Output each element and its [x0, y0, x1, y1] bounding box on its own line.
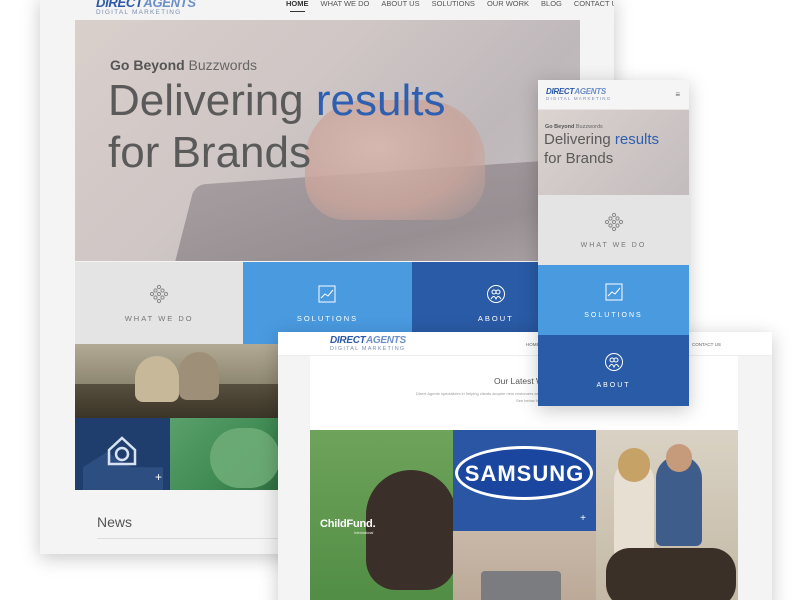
main-nav: HOME WHAT WE DO ABOUT US SOLUTIONS OUR W… — [280, 0, 614, 12]
logo[interactable]: DIRECT AGENTS DIGITAL MARKETING — [330, 336, 406, 353]
childfund-logo: ChildFund. — [320, 518, 376, 530]
tile-label: ABOUT — [596, 382, 631, 389]
mobile-hero: Go Beyond Buzzwords Delivering results f… — [538, 110, 689, 195]
diamond-dots-icon — [604, 212, 623, 231]
hero-tagline-bold: Go Beyond — [110, 57, 185, 73]
work-tile-laptop[interactable] — [453, 531, 596, 600]
nav-our-work[interactable]: OUR WORK — [481, 0, 535, 8]
plus-icon[interactable]: + — [580, 513, 586, 524]
nav-contact-us[interactable]: CONTACT US — [568, 0, 614, 8]
hero-headline-part1: Delivering — [108, 76, 316, 125]
childfund-logo-sub: International — [354, 531, 374, 535]
tablet-mockup: DIRECT AGENTS DIGITAL MARKETING HOME CON… — [278, 332, 772, 600]
hair-shape — [618, 448, 650, 482]
logo-tagline: DIGITAL MARKETING — [96, 9, 182, 16]
tile-solutions[interactable]: SOLUTIONS — [538, 265, 689, 335]
logo-word-direct: DIRECT — [546, 87, 574, 96]
nav-about-us[interactable]: ABOUT US — [375, 0, 425, 8]
plus-icon[interactable]: + — [155, 470, 162, 484]
nav-blog[interactable]: BLOG — [535, 0, 568, 8]
tablet-header: DIRECT AGENTS DIGITAL MARKETING HOME CON… — [278, 332, 772, 356]
house-logo-icon — [107, 436, 137, 466]
work-photo-house[interactable]: + — [75, 418, 170, 490]
laptop-shape — [481, 571, 561, 600]
logo-tagline: DIGITAL MARKETING — [330, 346, 406, 352]
nav-solutions[interactable]: SOLUTIONS — [426, 0, 481, 8]
head-shape — [666, 444, 692, 472]
logo-tagline: DIGITAL MARKETING — [546, 96, 612, 101]
tile-label: SOLUTIONS — [584, 311, 643, 319]
person-shape — [135, 356, 179, 402]
work-grid: ChildFund. International SAMSUNG + — [310, 430, 738, 600]
mobile-mockup: DIRECT AGENTS DIGITAL MARKETING ≡ Go Bey… — [538, 80, 689, 406]
work-photo-child-green[interactable] — [170, 418, 285, 490]
hero-tagline-rest: Buzzwords — [184, 57, 258, 73]
work-tile-couple-motorcycle[interactable] — [596, 430, 738, 600]
tile-what-we-do[interactable]: WHAT WE DO — [538, 195, 689, 265]
hero-headline-accent: results — [614, 131, 660, 148]
news-divider — [97, 538, 297, 539]
nav-home[interactable]: HOME — [280, 0, 315, 12]
diamond-dots-icon — [150, 284, 169, 303]
tile-what-we-do[interactable]: WHAT WE DO — [75, 262, 244, 344]
people-icon — [604, 353, 623, 371]
hamburger-icon[interactable]: ≡ — [675, 90, 680, 99]
hero-headline: Delivering results for Brands — [108, 75, 445, 179]
tile-label: WHAT WE DO — [580, 241, 647, 249]
nav-contact-us[interactable]: CONTACT US — [692, 342, 721, 347]
people-icon — [486, 284, 505, 303]
chart-icon — [605, 283, 622, 300]
mobile-header: DIRECT AGENTS DIGITAL MARKETING ≡ — [538, 80, 689, 110]
child-shape — [210, 428, 280, 488]
hero-headline-line2: for Brands — [544, 150, 614, 167]
chart-icon — [318, 285, 336, 302]
news-heading: News — [97, 514, 133, 530]
hero-tagline: Go Beyond Buzzwords — [110, 57, 257, 73]
tile-about[interactable]: ABOUT — [538, 335, 689, 406]
logo-word-agents: AGENTS — [574, 87, 606, 96]
nav-what-we-do[interactable]: WHAT WE DO — [315, 0, 376, 8]
child-portrait-shape — [366, 470, 453, 590]
tile-label: WHAT WE DO — [124, 313, 194, 323]
motorcycle-shape — [606, 548, 736, 600]
tile-label: ABOUT — [477, 313, 514, 323]
section-title: Our Latest W — [494, 376, 545, 386]
tile-label: SOLUTIONS — [296, 313, 359, 323]
samsung-logo: SAMSUNG — [464, 461, 585, 486]
hero-headline-line2: for Brands — [108, 128, 311, 177]
section-description-line1: Direct Agents specializes in helping cli… — [416, 391, 556, 396]
work-tile-childfund[interactable]: ChildFund. International — [310, 430, 453, 600]
work-photo-couple-car[interactable] — [75, 344, 285, 418]
logo-word-agents: AGENTS — [365, 335, 406, 346]
logo-word-direct: DIRECT — [330, 335, 366, 346]
person-shape — [179, 352, 219, 400]
hero-headline-accent: results — [315, 76, 446, 125]
hero-headline: Delivering results for Brands — [544, 130, 659, 168]
work-tile-samsung[interactable]: SAMSUNG + — [453, 430, 596, 531]
logo[interactable]: DIRECT AGENTS DIGITAL MARKETING — [96, 0, 196, 17]
logo[interactable]: DIRECT AGENTS DIGITAL MARKETING — [546, 88, 611, 102]
hero-headline-part1: Delivering — [544, 131, 615, 148]
hero-banner: Go Beyond Buzzwords Delivering results f… — [75, 20, 580, 261]
